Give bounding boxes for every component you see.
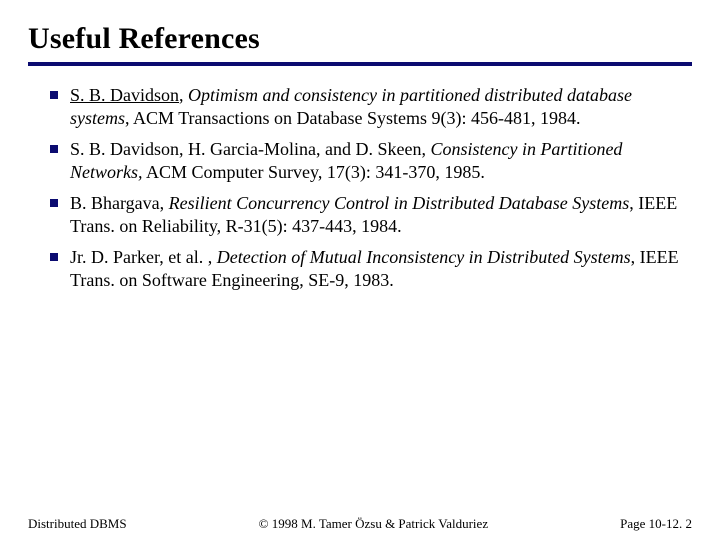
reference-rest: ACM Computer Survey, 17(3): 341-370, 198… — [143, 162, 485, 182]
bullet-icon — [50, 91, 58, 99]
reference-author: Jr. D. Parker, et al. — [70, 247, 203, 267]
bullet-icon — [50, 199, 58, 207]
slide: Useful References S. B. Davidson, Optimi… — [0, 0, 720, 292]
reference-list: S. B. Davidson, Optimism and consistency… — [28, 84, 692, 292]
reference-item: B. Bhargava, Resilient Concurrency Contr… — [50, 192, 692, 238]
footer-right: Page 10-12. 2 — [620, 516, 692, 532]
bullet-icon — [50, 145, 58, 153]
reference-author[interactable]: S. B. Davidson — [70, 85, 179, 105]
title-rule — [28, 62, 692, 66]
reference-author: B. Bhargava — [70, 193, 160, 213]
footer-center: © 1998 M. Tamer Özsu & Patrick Valduriez — [127, 516, 621, 532]
bullet-icon — [50, 253, 58, 261]
reference-title: Resilient Concurrency Control in Distrib… — [169, 193, 630, 213]
reference-author: S. B. Davidson, H. Garcia-Molina, and D.… — [70, 139, 421, 159]
footer-left: Distributed DBMS — [28, 516, 127, 532]
reference-title: Detection of Mutual Inconsistency in Dis… — [217, 247, 631, 267]
reference-item: S. B. Davidson, H. Garcia-Molina, and D.… — [50, 138, 692, 184]
reference-sep: , — [160, 193, 169, 213]
reference-sep: , — [203, 247, 217, 267]
reference-item: S. B. Davidson, Optimism and consistency… — [50, 84, 692, 130]
reference-rest: , ACM Transactions on Database Systems 9… — [125, 108, 580, 128]
slide-title: Useful References — [28, 22, 692, 56]
reference-sep: , — [179, 85, 188, 105]
reference-item: Jr. D. Parker, et al. , Detection of Mut… — [50, 246, 692, 292]
footer: Distributed DBMS © 1998 M. Tamer Özsu & … — [0, 516, 720, 532]
